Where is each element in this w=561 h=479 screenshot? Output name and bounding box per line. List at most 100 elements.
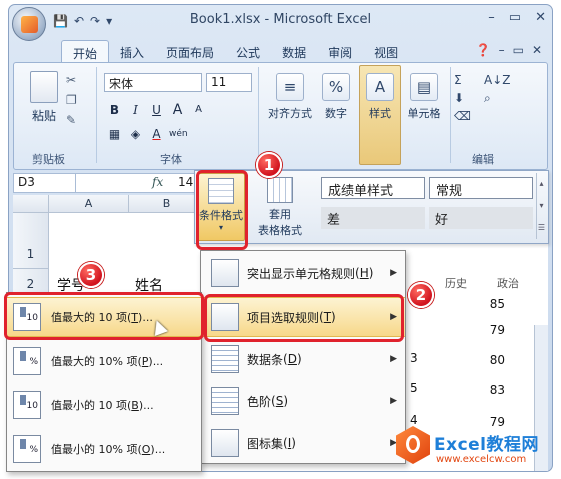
partial-digit: 3 <box>410 351 418 365</box>
paste-button[interactable]: 粘贴 <box>24 71 64 124</box>
watermark: Excel教程网 www.excelcw.com <box>396 426 561 476</box>
row-header-1[interactable]: 1 <box>13 213 49 269</box>
submenu-suffix: ... <box>152 354 164 368</box>
menu-item-data-bars[interactable]: 数据条(D) ▶ <box>201 339 405 379</box>
fill-icon[interactable]: ⬇ <box>454 91 471 105</box>
submenu-item-bottom-10-percent[interactable]: % 值最小的 10% 项(O)... <box>7 429 201 469</box>
color-scales-icon <box>211 387 239 415</box>
submenu-label: 值最小的 10% 项 <box>51 443 138 456</box>
menu-item-highlight-rules[interactable]: 突出显示单元格规则(H) ▶ <box>201 253 405 293</box>
ribbon-restore-icon[interactable]: ▭ <box>513 43 524 57</box>
submenu-suffix: ... <box>143 398 154 412</box>
submenu-item-top-10-percent[interactable]: % 值最大的 10% 项(P)... <box>7 341 201 381</box>
underline-button[interactable]: U <box>148 101 165 119</box>
cell-c2-partial[interactable]: 历史 <box>445 275 467 291</box>
font-format-row-2: ▦ ◈ A wén <box>106 125 188 143</box>
autosum-icon[interactable]: Σ <box>454 73 471 87</box>
grade-cell[interactable]: 79 <box>475 323 505 337</box>
ribbon-minimize-icon[interactable]: – <box>499 43 505 57</box>
cell-d2-partial[interactable]: 政治 <box>497 275 519 291</box>
font-name-select[interactable]: 宋体 <box>104 73 202 92</box>
border-icon[interactable]: ▦ <box>106 125 123 143</box>
alignment-button[interactable]: ≡ 对齐方式 <box>262 73 318 121</box>
menu-item-key: H <box>359 266 369 280</box>
step-badge-2: 2 <box>408 282 434 308</box>
submenu-item-bottom-10[interactable]: 10 值最小的 10 项(B)... <box>7 385 201 425</box>
submenu-suffix: ... <box>154 442 166 456</box>
grade-cell[interactable]: 80 <box>475 353 505 367</box>
cells-button[interactable]: ▤ 单元格 <box>402 73 446 121</box>
submenu-label: 值最大的 10% 项 <box>51 355 138 368</box>
grade-cell[interactable]: 85 <box>475 297 505 311</box>
cut-icon[interactable]: ✂ <box>66 73 77 87</box>
insert-function-icon[interactable]: fx <box>152 175 163 189</box>
align-icon: ≡ <box>276 73 304 101</box>
separator <box>450 67 451 163</box>
watermark-url: www.excelcw.com <box>436 454 527 465</box>
shrink-font-button[interactable]: A <box>190 101 207 119</box>
clear-icon[interactable]: ⌫ <box>454 109 471 123</box>
format-as-table-icon <box>267 177 293 203</box>
window-title: Book1.xlsx - Microsoft Excel <box>189 12 372 27</box>
format-as-table-button[interactable]: 套用 表格格式 <box>251 173 309 238</box>
editing-tools-2: A↓Z ⌕ <box>484 73 510 106</box>
menu-item-icon-sets[interactable]: 图标集(I) ▶ <box>201 423 405 463</box>
format-as-table-label: 套用 <box>269 208 291 221</box>
font-group-label: 字体 <box>160 153 182 166</box>
grade-cell[interactable]: 83 <box>475 383 505 397</box>
window-controls: – ▭ ✕ <box>488 10 546 25</box>
style-cell-normal[interactable]: 常规 <box>429 177 533 199</box>
style-cell-bad[interactable]: 差 <box>321 207 425 229</box>
submenu-label: 值最小的 10 项 <box>51 399 127 412</box>
name-box[interactable]: D3 <box>14 174 76 192</box>
help-icon[interactable]: ❓ <box>476 43 491 57</box>
cells-icon: ▤ <box>410 73 438 101</box>
bottom-10-percent-icon: % <box>13 435 41 463</box>
percent-icon: % <box>322 73 350 101</box>
partial-digit: 4 <box>410 413 418 427</box>
style-cell-good[interactable]: 好 <box>429 207 533 229</box>
copy-icon[interactable]: ❐ <box>66 93 77 107</box>
phonetic-icon[interactable]: wén <box>169 125 188 143</box>
ribbon: 粘贴 ✂ ❐ ✎ 剪贴板 宋体 11 B I U A A ▦ ◈ A wén 字… <box>13 62 548 170</box>
separator <box>258 67 259 163</box>
clipboard-tools: ✂ ❐ ✎ <box>66 73 77 127</box>
fill-color-icon[interactable]: ◈ <box>127 125 144 143</box>
column-header-a[interactable]: A <box>49 195 129 213</box>
callout-box-conditional-formatting <box>196 170 248 250</box>
step-badge-3: 3 <box>78 262 104 288</box>
number-label: 数字 <box>325 107 347 120</box>
bold-button[interactable]: B <box>106 101 123 119</box>
font-size-select[interactable]: 11 <box>206 73 252 92</box>
submenu-key: O <box>141 442 151 456</box>
close-icon[interactable]: ✕ <box>535 10 546 25</box>
corner-select-all[interactable] <box>13 195 49 213</box>
styles-icon: A <box>366 73 394 101</box>
sort-filter-icon[interactable]: A↓Z <box>484 73 510 87</box>
submenu-key: B <box>131 398 139 412</box>
styles-button[interactable]: A 样式 <box>360 73 400 121</box>
maximize-icon[interactable]: ▭ <box>509 10 521 25</box>
format-painter-icon[interactable]: ✎ <box>66 113 77 127</box>
italic-button[interactable]: I <box>127 101 144 119</box>
editing-tools: Σ ⬇ ⌫ <box>454 73 471 123</box>
format-as-table-label-2: 表格格式 <box>258 224 302 237</box>
ribbon-close-icon[interactable]: ✕ <box>532 43 542 57</box>
partial-digit: 5 <box>410 381 418 395</box>
grow-font-button[interactable]: A <box>169 101 186 119</box>
style-cell-title[interactable]: 成绩单样式 <box>321 177 425 199</box>
clipboard-group-label: 剪贴板 <box>32 153 65 166</box>
submenu-arrow-icon: ▶ <box>390 354 397 364</box>
step-badge-1: 1 <box>256 152 282 178</box>
find-select-icon[interactable]: ⌕ <box>484 91 510 106</box>
ribbon-controls: ❓ – ▭ ✕ <box>476 43 542 57</box>
clipboard-icon <box>30 71 58 103</box>
menu-item-label: 数据条 <box>247 352 284 367</box>
font-color-button[interactable]: A <box>148 125 165 143</box>
menu-item-color-scales[interactable]: 色阶(S) ▶ <box>201 381 405 421</box>
minimize-icon[interactable]: – <box>488 10 495 25</box>
watermark-brand: Excel教程网 <box>434 435 540 455</box>
number-button[interactable]: % 数字 <box>318 73 354 121</box>
gallery-scroll[interactable]: ▴ ▾ ☰ <box>536 173 546 239</box>
menu-item-key: S <box>275 394 284 408</box>
